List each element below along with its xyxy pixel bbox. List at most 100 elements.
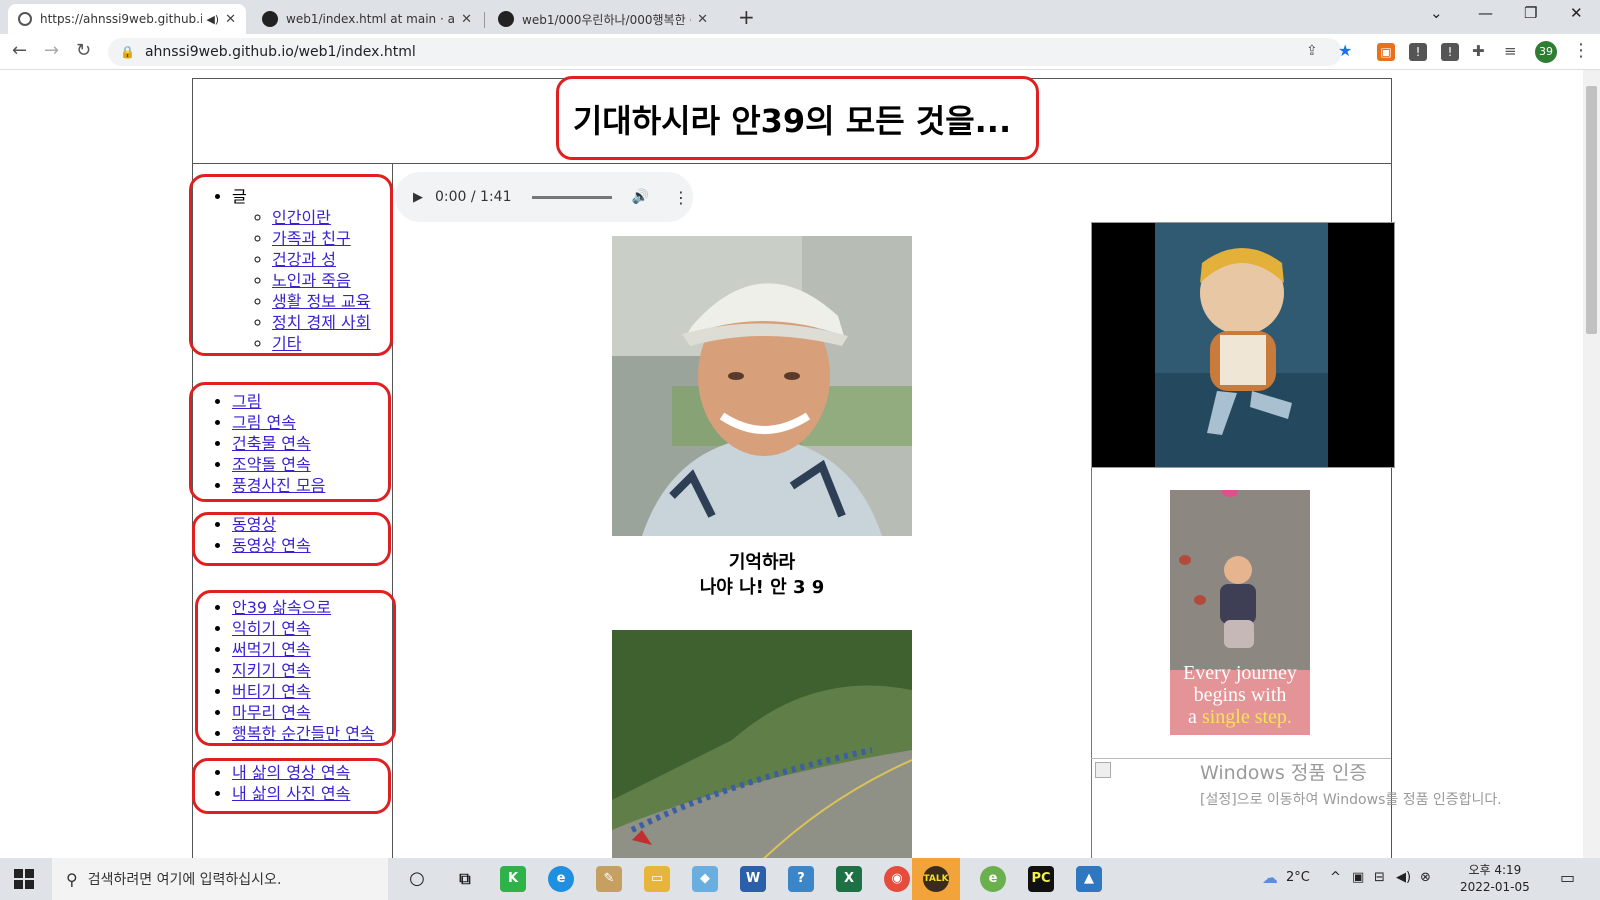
minimize-button[interactable]: — xyxy=(1478,4,1493,22)
windows-start-icon[interactable] xyxy=(14,869,34,889)
menu-link[interactable]: 써먹기 연속 xyxy=(232,640,311,659)
animation-video[interactable] xyxy=(1091,222,1395,468)
scrollbar-thumb[interactable] xyxy=(1586,86,1597,334)
extension-icon[interactable]: ! xyxy=(1409,43,1427,61)
menu-group-videos: 동영상 동영상 연속 xyxy=(192,514,311,556)
restore-button[interactable]: ❐ xyxy=(1524,4,1537,22)
menu-link[interactable]: 안39 삶속으로 xyxy=(232,598,331,617)
menu-link[interactable]: 노인과 죽음 xyxy=(272,271,351,290)
taskbar-search-box[interactable]: ⚲ 검색하려면 여기에 입력하십시오. xyxy=(52,858,388,900)
menu-group-my-life: 내 삶의 영상 연속 내 삶의 사진 연속 xyxy=(192,762,350,804)
edge-icon[interactable]: e xyxy=(548,866,574,892)
menu-link[interactable]: 익히기 연속 xyxy=(232,619,311,638)
menu-link[interactable]: 동영상 연속 xyxy=(232,536,311,555)
taskbar-clock[interactable]: 오후 4:19 2022-01-05 xyxy=(1460,862,1530,896)
close-icon[interactable]: ✕ xyxy=(461,12,472,27)
avatar[interactable]: 39 xyxy=(1535,41,1557,63)
excel-icon[interactable]: X xyxy=(836,866,862,892)
address-bar[interactable]: 🔒 ahnssi9web.github.io/web1/index.html xyxy=(108,38,1342,66)
list-item: 동영상 연속 xyxy=(232,535,311,556)
menu-link[interactable]: 동영상 xyxy=(232,515,276,534)
word-icon[interactable]: W xyxy=(740,866,766,892)
paint-icon[interactable]: ✎ xyxy=(596,866,622,892)
extension-icon[interactable]: ! xyxy=(1441,43,1459,61)
menu-link[interactable]: 행복한 순간들만 연속 xyxy=(232,724,375,743)
volume-icon[interactable]: ◀) xyxy=(1396,870,1411,885)
share-icon[interactable]: ⇪ xyxy=(1306,43,1318,59)
menu-link[interactable]: 건축물 연속 xyxy=(232,434,311,453)
kebab-menu-icon[interactable]: ⋮ xyxy=(1572,40,1590,61)
notification-icon[interactable]: ▭ xyxy=(1560,868,1575,887)
quote-highlight: single step. xyxy=(1201,706,1292,728)
tray-app-icon[interactable]: ▣ xyxy=(1352,870,1364,885)
network-icon[interactable]: ⊟ xyxy=(1374,870,1385,885)
portrait-illustration xyxy=(612,236,912,536)
menu-link[interactable]: 조약돌 연속 xyxy=(232,455,311,474)
vertical-scrollbar[interactable] xyxy=(1583,70,1600,858)
new-tab-button[interactable]: + xyxy=(738,5,755,29)
close-icon[interactable]: ✕ xyxy=(225,12,236,27)
climbing-quote-image: Every journey begins with a single step. xyxy=(1170,490,1310,735)
menu-link[interactable]: 내 삶의 영상 연속 xyxy=(232,763,350,782)
menu-link[interactable]: 지키기 연속 xyxy=(232,661,311,680)
menu-link[interactable]: 마무리 연속 xyxy=(232,703,311,722)
mute-x-icon[interactable]: ⊗ xyxy=(1420,870,1431,885)
back-icon[interactable]: ← xyxy=(12,40,27,61)
kakaotalk-icon[interactable]: TALK xyxy=(923,866,949,892)
menu-link[interactable]: 정치 경제 사회 xyxy=(272,313,371,332)
clock-date: 2022-01-05 xyxy=(1460,880,1530,894)
chrome-icon[interactable]: ◉ xyxy=(884,866,910,892)
file-explorer-icon[interactable]: ▭ xyxy=(644,866,670,892)
app-icon[interactable]: ◆ xyxy=(692,866,718,892)
tab-active[interactable]: https://ahnssi9web.github.io ◀) ✕ xyxy=(8,4,246,34)
menu-link[interactable]: 그림 xyxy=(232,392,261,411)
kebab-menu-icon[interactable]: ⋮ xyxy=(673,188,689,207)
list-item: 정치 경제 사회 xyxy=(272,312,371,333)
photos-icon[interactable]: ▲ xyxy=(1076,866,1102,892)
menu-link[interactable]: 기타 xyxy=(272,334,301,353)
forward-icon[interactable]: → xyxy=(44,40,59,61)
media-icon[interactable]: ≡ xyxy=(1504,42,1517,60)
quote-line: Every journey xyxy=(1183,662,1297,684)
app-k-icon[interactable]: K xyxy=(500,866,526,892)
list-item: 기타 xyxy=(272,333,371,354)
close-icon[interactable]: ✕ xyxy=(697,12,708,27)
puzzle-icon[interactable]: ✚ xyxy=(1472,42,1485,60)
menu-group-writing: 글 인간이란 가족과 친구 건강과 성 노인과 죽음 생활 정보 교육 정치 경… xyxy=(192,186,371,354)
menu-link[interactable]: 풍경사진 모음 xyxy=(232,476,325,495)
audio-player[interactable]: ▶ 0:00 / 1:41 🔊 ⋮ xyxy=(395,172,693,222)
chevron-up-icon[interactable]: ^ xyxy=(1330,870,1341,885)
app-icon[interactable]: ? xyxy=(788,866,814,892)
windows-taskbar: ⚲ 검색하려면 여기에 입력하십시오. ○ ⧉ K e ✎ ▭ ◆ W ? X … xyxy=(0,858,1600,900)
caption-line: 나야 나! 안 3 9 xyxy=(699,577,825,598)
close-window-button[interactable]: ✕ xyxy=(1570,4,1583,22)
menu-link[interactable]: 인간이란 xyxy=(272,208,331,227)
menu-link[interactable]: 가족과 친구 xyxy=(272,229,351,248)
reload-icon[interactable]: ↻ xyxy=(76,40,91,61)
play-icon[interactable]: ▶ xyxy=(413,190,423,205)
menu-link[interactable]: 생활 정보 교육 xyxy=(272,292,371,311)
list-item: 노인과 죽음 xyxy=(272,270,371,291)
cortana-icon[interactable]: ○ xyxy=(404,866,430,892)
pycharm-icon[interactable]: PC xyxy=(1028,866,1054,892)
audio-progress-slider[interactable] xyxy=(531,195,612,199)
task-view-icon[interactable]: ⧉ xyxy=(452,866,478,892)
extension-icon[interactable]: ▣ xyxy=(1377,43,1395,61)
quote-line: begins with xyxy=(1193,684,1287,706)
chevron-down-icon[interactable]: ⌄ xyxy=(1430,4,1443,22)
menu-link[interactable]: 건강과 성 xyxy=(272,250,336,269)
tab-github-1[interactable]: web1/index.html at main · ahnssi ✕ xyxy=(252,4,482,34)
volume-icon[interactable]: 🔊 xyxy=(632,189,649,205)
quote-line: a single step. xyxy=(1170,706,1310,728)
menu-link[interactable]: 내 삶의 사진 연속 xyxy=(232,784,350,803)
menu-group-life: 안39 삶속으로 익히기 연속 써먹기 연속 지키기 연속 버티기 연속 마무리… xyxy=(192,597,375,744)
github-icon xyxy=(498,11,514,27)
menu-link[interactable]: 버티기 연속 xyxy=(232,682,311,701)
speaker-icon[interactable]: ◀) xyxy=(206,13,219,26)
tab-github-2[interactable]: web1/000우린하나/000행복한 순 ✕ xyxy=(488,4,718,34)
hiking-photo xyxy=(612,630,912,858)
bookmark-star-icon[interactable]: ★ xyxy=(1338,41,1352,60)
app-icon[interactable]: e xyxy=(980,866,1006,892)
menu-link[interactable]: 그림 연속 xyxy=(232,413,296,432)
weather-cloud-icon[interactable]: ☁ xyxy=(1262,868,1278,887)
